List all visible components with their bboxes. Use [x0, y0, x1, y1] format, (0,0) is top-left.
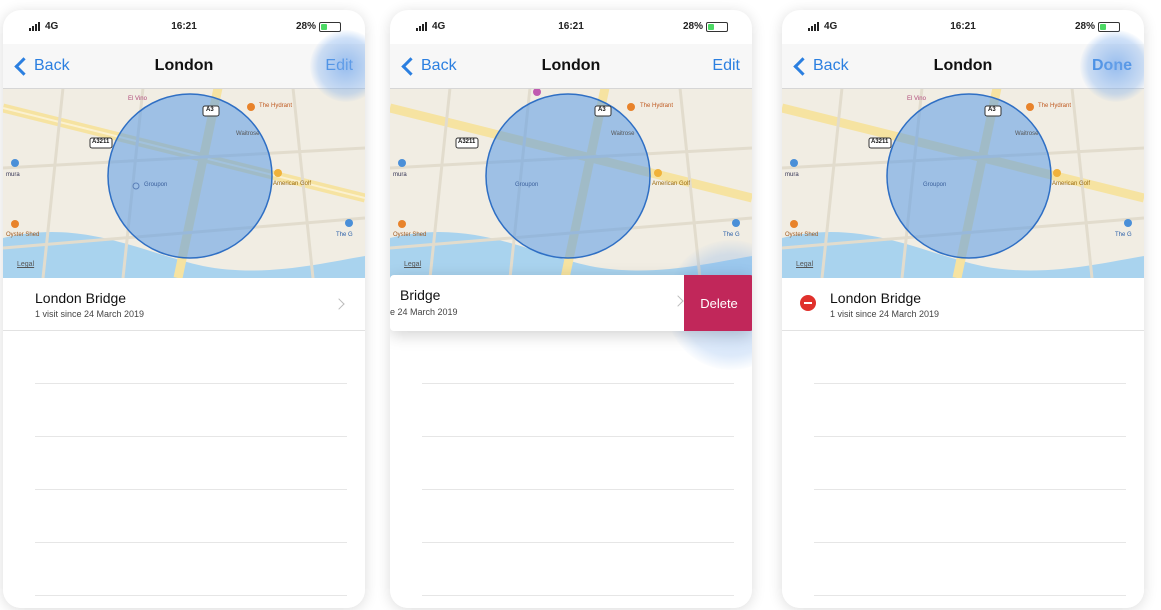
empty-row: [35, 384, 347, 437]
empty-row: [422, 384, 734, 437]
empty-row: [422, 331, 734, 384]
poi-label: Groupon: [515, 182, 539, 188]
battery-icon: [319, 21, 341, 32]
poi-label: Waitrose: [611, 131, 635, 137]
navigation-bar: Back London Edit: [390, 44, 752, 89]
place-name: London Bridge: [35, 290, 127, 306]
chevron-right-icon: [333, 298, 345, 310]
poi-label: Oyster Shed: [6, 232, 40, 238]
poi-label: The G: [723, 232, 740, 238]
navigation-bar: Back London Edit: [3, 44, 365, 89]
list-item[interactable]: London Bridge 1 visit since 24 March 201…: [3, 278, 365, 331]
empty-row: [35, 543, 347, 596]
poi-label: Waitrose: [236, 131, 260, 137]
road-label-a3211: A3211: [458, 139, 476, 145]
battery-percent: 28%: [295, 21, 316, 32]
battery-percent: 28%: [1074, 21, 1095, 32]
place-name: Bridge: [400, 287, 441, 303]
phone-screen-1: 4G 16:21 28% Back London Edit A3 A3211 E…: [3, 10, 365, 608]
edit-button[interactable]: Edit: [712, 44, 740, 88]
poi-label: American Golf: [1052, 181, 1091, 187]
page-title: London: [154, 57, 214, 74]
empty-row: [422, 543, 734, 596]
phone-screen-2: 4G 16:21 28% Back London Edit A3 A3211 T…: [390, 10, 752, 608]
list-item-swiped[interactable]: Bridge e 24 March 2019 Delete: [390, 275, 752, 331]
empty-row: [814, 331, 1126, 384]
empty-row: [814, 437, 1126, 490]
battery-percent: 28%: [682, 21, 703, 32]
poi-label: mura: [6, 172, 20, 178]
navigation-bar: Back London Done: [782, 44, 1144, 89]
place-subtitle: 1 visit since 24 March 2019: [35, 309, 145, 319]
battery-icon: [706, 21, 728, 32]
legal-link[interactable]: Legal: [404, 261, 421, 268]
poi-label: mura: [785, 172, 799, 178]
delete-minus-icon[interactable]: [800, 295, 816, 311]
poi-label: El Vino: [128, 96, 147, 102]
status-bar: 4G 16:21 28%: [390, 10, 752, 44]
visits-list: London Bridge 1 visit since 24 March 201…: [782, 278, 1144, 608]
road-label-a3211: A3211: [92, 139, 110, 145]
poi-label: Waitrose: [1015, 131, 1039, 137]
poi-label: Groupon: [923, 182, 947, 188]
poi-label: American Golf: [652, 181, 691, 187]
chevron-right-icon: [672, 295, 684, 307]
empty-row: [35, 490, 347, 543]
poi-label: American Golf: [273, 181, 312, 187]
map-view[interactable]: A3 A3211 El Vino The Hydrant Waitrose Gr…: [782, 88, 1144, 278]
empty-row: [422, 437, 734, 490]
empty-row: [814, 490, 1126, 543]
road-label-a3: A3: [206, 107, 214, 113]
edit-button[interactable]: Edit: [325, 44, 353, 88]
empty-row: [35, 437, 347, 490]
poi-label: The Hydrant: [640, 103, 674, 109]
map-view[interactable]: A3 A3211 The Hydrant Waitrose Groupon Am…: [390, 88, 752, 278]
poi-label: Oyster Shed: [393, 232, 427, 238]
empty-row: [814, 384, 1126, 437]
battery-icon: [1098, 21, 1120, 32]
place-name: London Bridge: [830, 290, 922, 306]
legal-link[interactable]: Legal: [796, 261, 813, 268]
road-label-a3: A3: [988, 107, 996, 113]
poi-label: El Vino: [907, 96, 926, 102]
poi-label: The G: [336, 232, 353, 238]
delete-button[interactable]: Delete: [684, 275, 752, 331]
empty-row: [35, 331, 347, 384]
legal-link[interactable]: Legal: [17, 261, 34, 268]
battery-indicator: 28%: [296, 21, 341, 32]
road-label-a3: A3: [598, 107, 606, 113]
battery-indicator: 28%: [683, 21, 728, 32]
list-item[interactable]: London Bridge 1 visit since 24 March 201…: [782, 278, 1144, 331]
phone-screen-3: 4G 16:21 28% Back London Done A3 A3211 E…: [782, 10, 1144, 608]
status-bar: 4G 16:21 28%: [3, 10, 365, 44]
poi-label: Oyster Shed: [785, 232, 819, 238]
done-button[interactable]: Done: [1092, 44, 1132, 88]
visits-list: [390, 331, 752, 608]
empty-row: [814, 543, 1126, 596]
poi-label: The Hydrant: [1038, 103, 1072, 109]
place-subtitle: 1 visit since 24 March 2019: [830, 309, 940, 319]
poi-label: The Hydrant: [259, 103, 293, 109]
status-bar: 4G 16:21 28%: [782, 10, 1144, 44]
page-title: London: [541, 57, 601, 74]
map-graphic: [390, 88, 752, 278]
poi-label: Groupon: [144, 182, 168, 188]
place-subtitle: e 24 March 2019: [390, 307, 458, 317]
page-title: London: [933, 57, 993, 74]
battery-indicator: 28%: [1075, 21, 1120, 32]
poi-label: mura: [393, 172, 407, 178]
poi-label: The G: [1115, 232, 1132, 238]
map-view[interactable]: A3 A3211 El Vino The Hydrant Waitrose Gr…: [3, 88, 365, 278]
road-label-a3211: A3211: [871, 139, 889, 145]
visits-list: London Bridge 1 visit since 24 March 201…: [3, 278, 365, 608]
empty-row: [422, 490, 734, 543]
